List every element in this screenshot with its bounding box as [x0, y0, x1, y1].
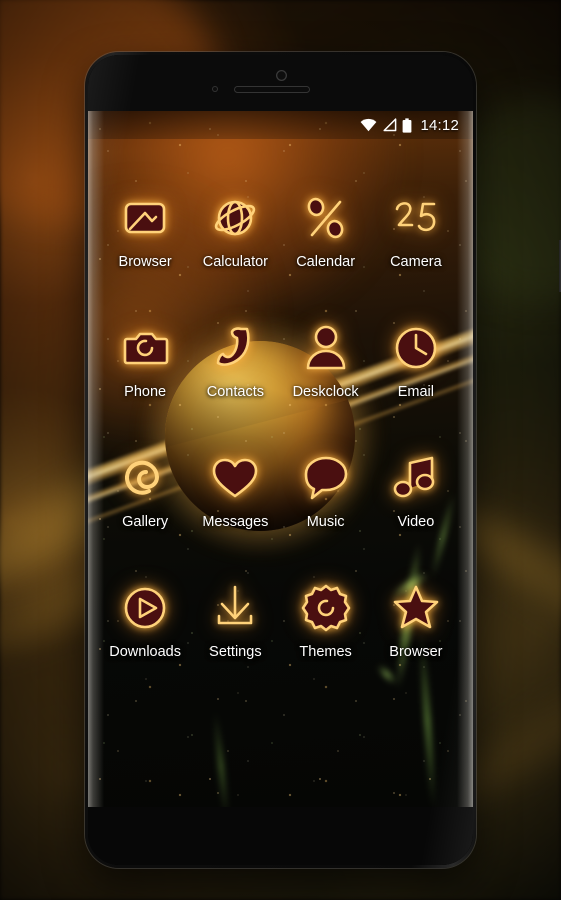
proximity-sensor-icon	[212, 86, 218, 92]
image-frame-icon[interactable]	[118, 191, 172, 245]
app-label: Video	[397, 514, 435, 530]
earpiece-speaker-icon	[234, 86, 310, 93]
battery-icon	[402, 117, 412, 133]
app-label: Messages	[202, 514, 269, 530]
star-icon[interactable]	[389, 581, 443, 635]
app-icon-video-11[interactable]: Video	[371, 451, 461, 581]
app-label: Deskclock	[292, 384, 359, 400]
app-icon-phone-4[interactable]: Phone	[100, 321, 190, 451]
camera-icon[interactable]	[118, 321, 172, 375]
bottom-bezel	[88, 807, 473, 865]
app-icon-camera-3[interactable]: Camera	[371, 191, 461, 321]
status-bar-clock: 14:12	[420, 116, 459, 134]
signal-triangle-icon	[382, 118, 397, 132]
app-icon-calculator-1[interactable]: Calculator	[190, 191, 280, 321]
speech-bubble-icon[interactable]	[299, 451, 353, 505]
percent-icon[interactable]	[299, 191, 353, 245]
clock-icon[interactable]	[389, 321, 443, 375]
app-icon-settings-13[interactable]: Settings	[190, 581, 280, 711]
app-label: Camera	[390, 254, 442, 270]
heart-icon[interactable]	[208, 451, 262, 505]
app-label: Calendar	[296, 254, 356, 270]
app-icon-browser-15[interactable]: Browser	[371, 581, 461, 711]
app-icon-deskclock-6[interactable]: Deskclock	[281, 321, 371, 451]
phone-device: 14:12 Browser Calculator Calendar Camera Pho…	[85, 52, 561, 868]
play-circle-icon[interactable]	[118, 581, 172, 635]
phone-front-face: 14:12 Browser Calculator Calendar Camera Pho…	[88, 55, 473, 865]
app-icon-calendar-2[interactable]: Calendar	[281, 191, 371, 321]
number-25-icon[interactable]	[389, 191, 443, 245]
app-label: Calculator	[202, 254, 269, 270]
phone-handset-icon[interactable]	[208, 321, 262, 375]
app-icon-email-7[interactable]: Email	[371, 321, 461, 451]
app-label: Music	[306, 514, 345, 530]
app-label: Contacts	[206, 384, 264, 400]
download-arrow-icon[interactable]	[208, 581, 262, 635]
app-label: Phone	[124, 384, 167, 400]
app-label: Browser	[118, 254, 172, 270]
app-grid: Browser Calculator Calendar Camera Phone Cont…	[88, 139, 473, 699]
front-camera-icon	[276, 70, 287, 81]
gear-icon[interactable]	[299, 581, 353, 635]
app-icon-music-10[interactable]: Music	[281, 451, 371, 581]
app-label: Downloads	[109, 644, 181, 660]
screenshot-stage: 14:12 Browser Calculator Calendar Camera Pho…	[0, 0, 561, 900]
app-label: Browser	[389, 644, 443, 660]
phone-screen: 14:12 Browser Calculator Calendar Camera Pho…	[88, 111, 473, 807]
app-label: Settings	[209, 644, 262, 660]
app-label: Themes	[299, 644, 352, 660]
app-icon-messages-9[interactable]: Messages	[190, 451, 280, 581]
app-icon-contacts-5[interactable]: Contacts	[190, 321, 280, 451]
status-bar[interactable]: 14:12	[88, 111, 473, 139]
music-note-icon[interactable]	[389, 451, 443, 505]
app-label: Email	[397, 384, 434, 400]
spiral-shell-icon[interactable]	[118, 451, 172, 505]
app-label: Gallery	[122, 514, 169, 530]
app-icon-themes-14[interactable]: Themes	[281, 581, 371, 711]
app-icon-downloads-12[interactable]: Downloads	[100, 581, 190, 711]
person-icon[interactable]	[299, 321, 353, 375]
wifi-icon	[360, 118, 377, 132]
app-icon-gallery-8[interactable]: Gallery	[100, 451, 190, 581]
top-bezel	[88, 55, 473, 111]
app-icon-browser-0[interactable]: Browser	[100, 191, 190, 321]
globe-orbit-icon[interactable]	[208, 191, 262, 245]
